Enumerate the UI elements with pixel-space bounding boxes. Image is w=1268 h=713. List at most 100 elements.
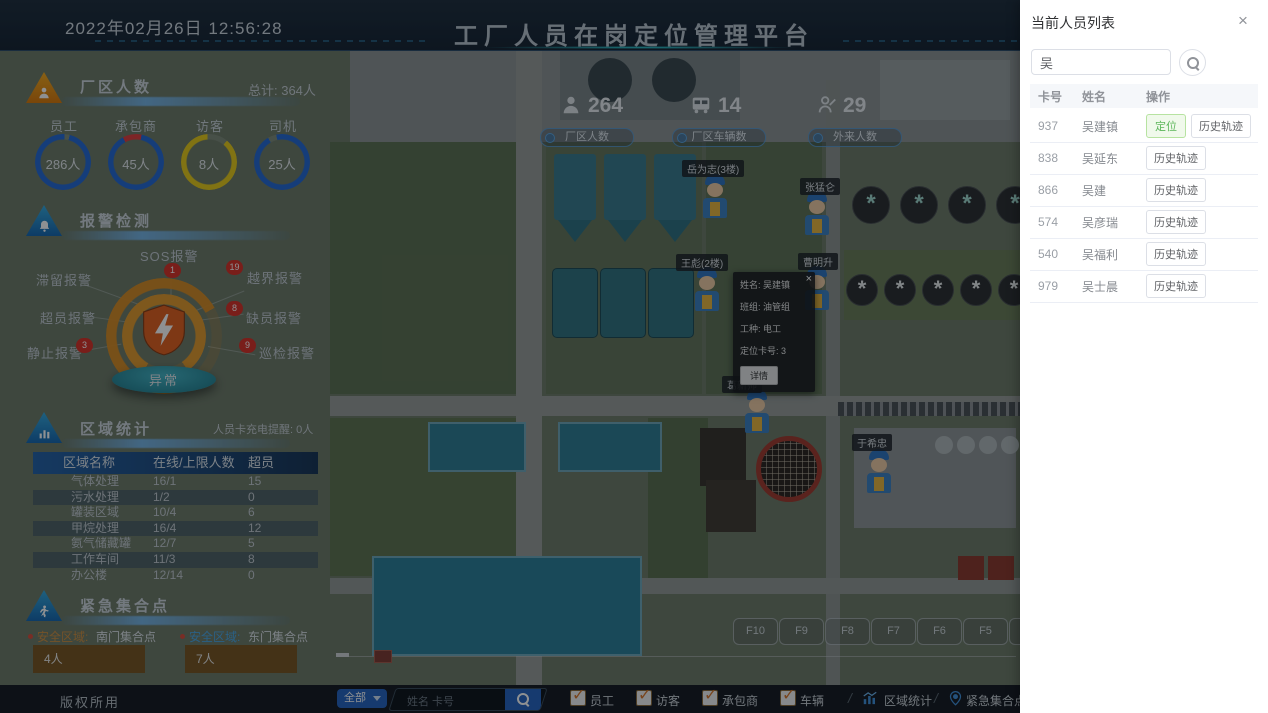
fan-icon: * [846, 274, 878, 306]
floor-button-f6[interactable]: F6 [917, 618, 962, 645]
map-pool [558, 422, 662, 472]
person-icon [36, 86, 52, 100]
assembly-count-south: 4人 [33, 645, 145, 673]
map-zoom-slider[interactable] [340, 656, 1016, 657]
map-red-shed [988, 556, 1014, 580]
header-glow-decoration [480, 46, 800, 49]
toggle-visitor-checkbox[interactable] [636, 690, 652, 706]
region-section-icon [26, 412, 62, 443]
header-datetime: 2022年02月26日 12:56:28 [65, 14, 283, 39]
worker-marker[interactable] [700, 174, 730, 220]
section-title-alarm: 报警检测 [80, 210, 152, 231]
personnel-row: 838吴延东 历史轨迹 [1030, 142, 1258, 175]
fan-icon: * [922, 274, 954, 306]
bar-chart-icon[interactable] [862, 691, 878, 711]
personnel-search-input[interactable] [1031, 49, 1171, 75]
footer-search-box[interactable]: 姓名 卡号 [388, 688, 547, 711]
emergency-section-icon [26, 590, 62, 621]
history-track-button[interactable]: 历史轨迹 [1146, 178, 1206, 202]
worker-marker[interactable] [692, 267, 722, 313]
toggle-contractor-checkbox[interactable] [702, 690, 718, 706]
worker-marker[interactable] [742, 389, 772, 435]
alarm-label-patrol: 巡检报警 [259, 343, 315, 362]
alarm-label-understaff: 缺员报警 [246, 308, 302, 327]
donut-driver: 25人 [254, 134, 310, 190]
assembly-dot [180, 634, 185, 639]
worker-marker[interactable] [864, 449, 894, 495]
donut-employee: 286人 [35, 134, 91, 190]
filter-all-dropdown[interactable]: 全部 [337, 689, 387, 708]
panel-close-icon[interactable]: × [1238, 11, 1248, 31]
toggle-vehicle-label: 车辆 [800, 692, 824, 709]
popup-detail-button[interactable]: 详情 [740, 366, 778, 385]
stat-vehicles-value: 14 [718, 94, 741, 118]
map-hopper [554, 154, 596, 220]
section-divider [62, 439, 290, 448]
section-title-emergency: 紧急集合点 [80, 595, 170, 616]
map-manhole-grate [756, 436, 822, 502]
assembly-zone-label: 安全区域: [37, 628, 88, 645]
map-railway [838, 402, 1020, 416]
floor-button-f9[interactable]: F9 [779, 618, 824, 645]
toolbar-separator: / [934, 690, 938, 706]
alarm-badge-sos: 1 [164, 263, 181, 278]
fan-icon: * [960, 274, 992, 306]
map-plant-block [880, 60, 1010, 120]
alarm-bell-icon [37, 219, 52, 233]
footer-link-region-stats[interactable]: 区域统计 [884, 692, 932, 709]
map-road [826, 80, 840, 685]
footer-search-button[interactable] [505, 689, 541, 710]
bar-chart-icon [37, 427, 52, 440]
visitor-icon [816, 94, 838, 116]
history-track-button[interactable]: 历史轨迹 [1146, 210, 1206, 234]
history-track-button[interactable]: 历史轨迹 [1146, 146, 1206, 170]
region-row: 氨气储藏罐12/75 [33, 536, 318, 552]
toggle-employee-checkbox[interactable] [570, 690, 586, 706]
popup-close-icon[interactable]: × [806, 273, 812, 285]
personnel-row: 540吴福利 历史轨迹 [1030, 238, 1258, 271]
stat-area-people [560, 94, 582, 121]
toggle-vehicle-checkbox[interactable] [780, 690, 796, 706]
region-row: 污水处理1/20 [33, 490, 318, 506]
location-pin-icon[interactable] [948, 690, 963, 712]
pill-dot-icon [813, 133, 823, 143]
region-row: 工作车间11/38 [33, 552, 318, 568]
map-sphere-tank [979, 436, 997, 454]
map-zoom-slider-handle[interactable] [374, 650, 392, 663]
alarm-shield-icon [141, 304, 187, 361]
region-stats-table: 区域名称 在线/上限人数 超员 气体处理16/115 污水处理1/20 罐装区域… [33, 452, 318, 583]
alarm-section-icon [26, 205, 62, 236]
section-divider [62, 616, 290, 625]
map-hopper-funnel [608, 220, 642, 242]
history-track-button[interactable]: 历史轨迹 [1146, 274, 1206, 298]
floor-button-f10[interactable]: F10 [733, 618, 778, 645]
panel-title: 当前人员列表 [1031, 13, 1115, 33]
floor-button-f7[interactable]: F7 [871, 618, 916, 645]
floor-button-f5[interactable]: F5 [963, 618, 1008, 645]
personnel-search-button[interactable] [1179, 49, 1206, 76]
donut-label-visitor: 访客 [196, 116, 224, 135]
map-tank [552, 268, 598, 338]
region-row: 罐装区域10/46 [33, 505, 318, 521]
current-personnel-panel: 当前人员列表 × 卡号 姓名 操作 937吴建镇 定位历史轨迹 838吴延东 历… [1020, 0, 1268, 713]
card-charge-reminder: 人员卡充电提醒: 0人 [213, 421, 313, 437]
region-row: 甲烷处理16/412 [33, 521, 318, 537]
worker-marker[interactable] [802, 191, 832, 237]
history-track-button[interactable]: 历史轨迹 [1191, 114, 1251, 138]
stat-outsiders-label: 外来人数 [808, 128, 902, 147]
toggle-contractor-label: 承包商 [722, 692, 758, 709]
worker-name-tag: 张猛仑 [800, 178, 840, 195]
fan-icon: * [948, 186, 986, 224]
copyright-text: 版权所用 [60, 692, 120, 711]
history-track-button[interactable]: 历史轨迹 [1146, 242, 1206, 266]
map-hopper [604, 154, 646, 220]
map-hopper-funnel [658, 220, 692, 242]
locate-button[interactable]: 定位 [1146, 114, 1186, 138]
search-icon [517, 693, 529, 705]
popup-team: 班组: 油管组 [740, 300, 810, 313]
footer-link-emergency[interactable]: 紧急集合点 [966, 692, 1026, 709]
worker-count-icon [26, 72, 62, 103]
toggle-visitor-label: 访客 [656, 692, 680, 709]
alarm-label-crossing: 越界报警 [247, 268, 303, 287]
floor-button-f8[interactable]: F8 [825, 618, 870, 645]
